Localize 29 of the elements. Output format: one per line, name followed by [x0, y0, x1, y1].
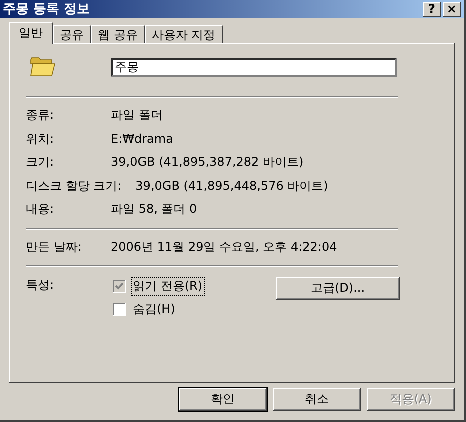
property-value: 39,0GB (41,895,448,576 바이트)	[136, 178, 328, 195]
window-title: 주몽 등록 정보	[3, 1, 92, 18]
checkbox-label[interactable]: 읽기 전용(R)	[131, 277, 205, 296]
checkbox[interactable]	[113, 303, 126, 316]
property-label: 디스크 할당 크기:	[26, 178, 122, 195]
help-button[interactable]: ?	[423, 2, 441, 16]
property-label: 위치:	[26, 130, 56, 148]
attributes-label: 특성:	[26, 277, 56, 294]
advanced-button[interactable]: 고급(D)...	[276, 277, 400, 300]
tab[interactable]: 일반	[9, 22, 53, 44]
tab[interactable]: 웹 공유	[91, 25, 145, 43]
dialog-button[interactable]: 확인	[179, 388, 267, 411]
property-value: E:₩drama	[111, 132, 174, 146]
property-value: 파일 폴더	[111, 107, 163, 124]
property-label: 종류:	[26, 107, 56, 124]
tab[interactable]: 사용자 지정	[144, 25, 223, 43]
checkbox[interactable]	[113, 280, 126, 293]
property-label: 내용:	[26, 201, 56, 218]
property-value: 2006년 11월 29일 수요일, 오후 4:22:04	[111, 238, 338, 256]
folder-icon	[30, 56, 56, 78]
dialog-button[interactable]: 취소	[273, 388, 361, 411]
property-value: 39,0GB (41,895,387,282 바이트)	[111, 154, 304, 172]
tab[interactable]: 공유	[53, 25, 91, 43]
property-label: 만든 날짜:	[26, 238, 83, 256]
name-field[interactable]: 주몽	[111, 58, 397, 76]
property-label: 크기:	[26, 154, 56, 172]
property-value: 파일 58, 폴더 0	[111, 201, 198, 218]
close-button[interactable]: ×	[443, 2, 461, 16]
checkbox-label[interactable]: 숨김(H)	[131, 300, 178, 319]
